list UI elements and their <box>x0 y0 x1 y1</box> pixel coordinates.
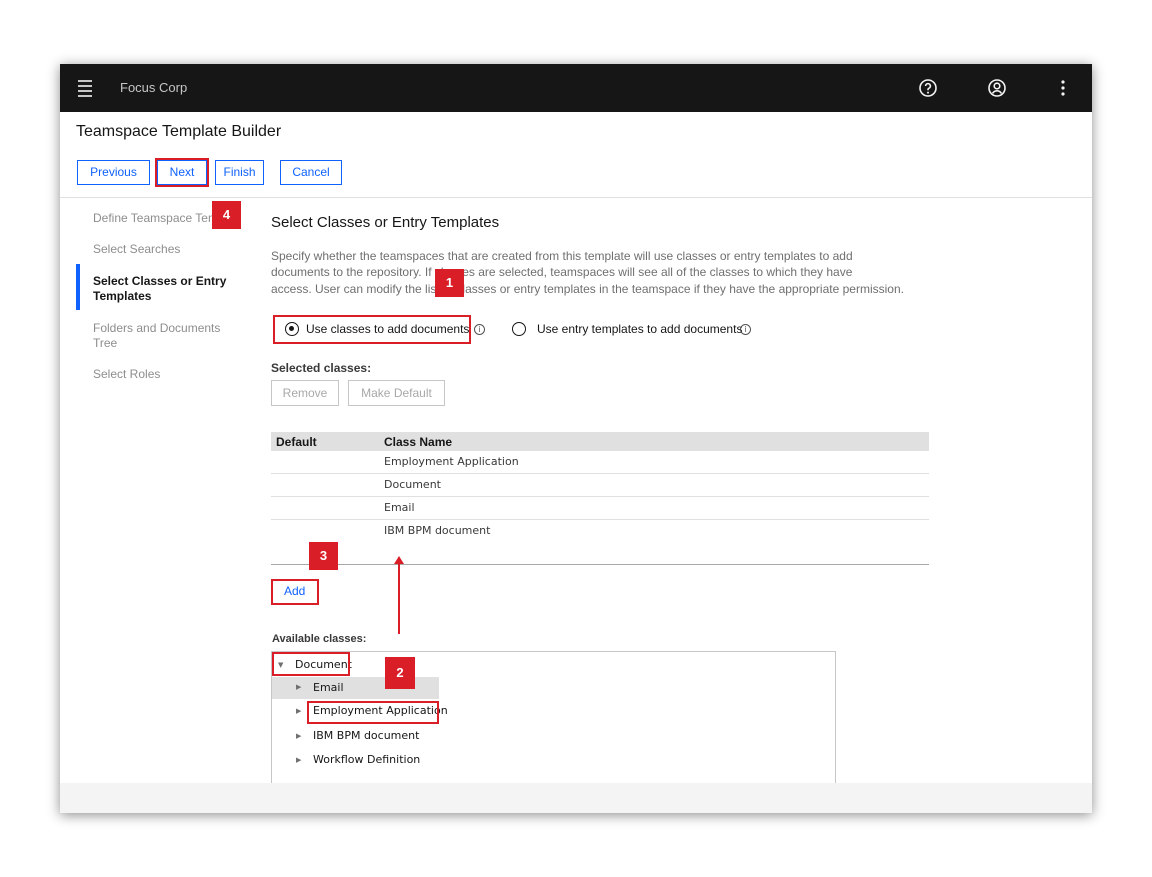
sidebar-item-select-classes[interactable]: Select Classes or Entry Templates <box>76 264 244 310</box>
tree-node-ibm-bpm-document[interactable]: IBM BPM document <box>313 729 419 742</box>
table-row[interactable]: Email <box>271 497 929 520</box>
caret-right-icon[interactable]: ▶ <box>296 683 301 691</box>
hamburger-menu-icon[interactable] <box>78 80 92 97</box>
tree-node-document[interactable]: Document <box>295 658 352 671</box>
use-classes-label[interactable]: Use classes to add documents <box>306 322 469 336</box>
class-name-cell: IBM BPM document <box>384 524 491 537</box>
selected-classes-label: Selected classes: <box>271 361 372 375</box>
annotation-badge-2: 2 <box>385 657 415 689</box>
description-line-1: Specify whether the teamspaces that are … <box>271 249 853 263</box>
footer-bar <box>60 783 1092 813</box>
class-name-cell: Employment Application <box>384 455 519 468</box>
column-header-class-name[interactable]: Class Name <box>384 435 452 449</box>
section-title: Select Classes or Entry Templates <box>271 214 500 231</box>
make-default-button[interactable]: Make Default <box>348 380 445 406</box>
tree-node-employment-application[interactable]: Employment Application <box>313 704 448 717</box>
sidebar-item-select-roles[interactable]: Select Roles <box>93 367 243 382</box>
description-line-3: access. User can modify the list of clas… <box>271 282 904 296</box>
class-name-cell: Email <box>384 501 415 514</box>
table-row[interactable]: Document <box>271 474 929 497</box>
annotation-arrowhead <box>394 556 404 564</box>
sidebar-item-select-searches[interactable]: Select Searches <box>93 242 243 257</box>
sidebar-item-define-teamspace[interactable]: Define Teamspace Template <box>93 211 221 226</box>
table-row[interactable]: Employment Application <box>271 451 929 474</box>
caret-right-icon[interactable]: ▶ <box>296 707 301 715</box>
annotation-arrow <box>398 562 400 634</box>
next-button[interactable]: Next <box>157 160 207 185</box>
available-classes-tree: ▼ Document ▶ Email ▶ Employment Applicat… <box>271 651 836 791</box>
sidebar-item-label: Select Classes or Entry Templates <box>93 274 227 303</box>
caret-right-icon[interactable]: ▶ <box>296 756 301 764</box>
caret-right-icon[interactable]: ▶ <box>296 732 301 740</box>
header-divider <box>60 197 1092 198</box>
column-header-default[interactable]: Default <box>276 435 317 449</box>
remove-button[interactable]: Remove <box>271 380 339 406</box>
annotation-badge-3: 3 <box>309 542 338 570</box>
selected-classes-table: Default Class Name Employment Applicatio… <box>271 432 929 565</box>
tree-node-email[interactable]: Email <box>313 681 344 694</box>
user-avatar-icon[interactable] <box>985 76 1009 100</box>
app-window: Focus Corp Teamspace Template Builder Pr… <box>60 64 1092 813</box>
finish-button[interactable]: Finish <box>215 160 264 185</box>
class-name-cell: Document <box>384 478 441 491</box>
add-button[interactable]: Add <box>284 584 305 598</box>
annotation-badge-1: 1 <box>435 269 464 297</box>
help-icon[interactable] <box>916 76 940 100</box>
tree-node-workflow-definition[interactable]: Workflow Definition <box>313 753 420 766</box>
use-templates-label[interactable]: Use entry templates to add documents <box>537 322 742 336</box>
table-row[interactable]: IBM BPM document <box>271 520 929 565</box>
table-header: Default Class Name <box>271 432 929 451</box>
active-indicator <box>76 264 80 310</box>
page-title: Teamspace Template Builder <box>76 123 282 140</box>
available-classes-label: Available classes: <box>272 633 367 645</box>
brand-name: Focus Corp <box>120 80 188 95</box>
info-icon[interactable]: i <box>740 324 751 335</box>
sidebar-item-folders-tree[interactable]: Folders and Documents Tree <box>93 321 233 351</box>
annotation-badge-4: 4 <box>212 201 241 229</box>
use-classes-radio[interactable] <box>285 322 299 336</box>
info-icon[interactable]: i <box>474 324 485 335</box>
caret-down-icon[interactable]: ▼ <box>278 661 283 669</box>
overflow-menu-icon[interactable] <box>1051 76 1075 100</box>
cancel-button[interactable]: Cancel <box>280 160 342 185</box>
use-templates-radio[interactable] <box>512 322 526 336</box>
description-line-2: documents to the repository. If classes … <box>271 265 853 279</box>
previous-button[interactable]: Previous <box>77 160 150 185</box>
top-navigation-bar: Focus Corp <box>60 64 1092 112</box>
